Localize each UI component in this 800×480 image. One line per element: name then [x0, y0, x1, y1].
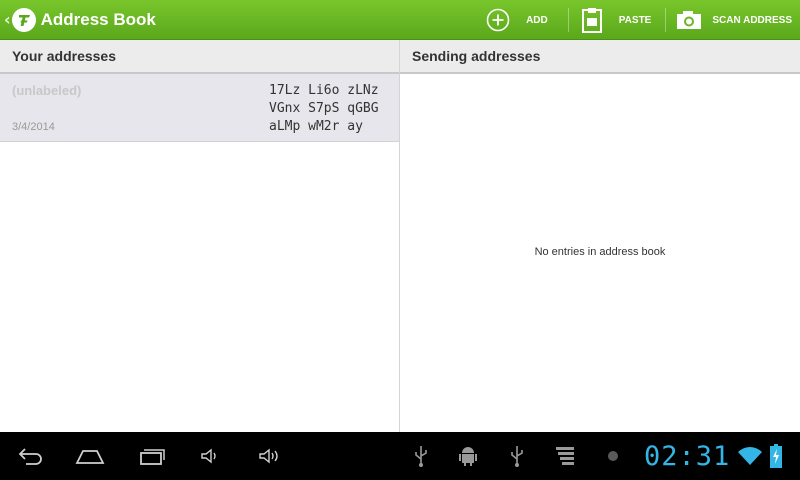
- recent-apps-icon[interactable]: [134, 432, 170, 480]
- up-navigation[interactable]: ‹: [0, 0, 36, 40]
- sending-addresses-header: Sending addresses: [400, 40, 800, 74]
- address-date: 3/4/2014: [12, 121, 55, 133]
- clipboard-icon: [581, 7, 603, 33]
- your-addresses-header: Your addresses: [0, 40, 399, 74]
- dot-icon: [604, 432, 622, 480]
- action-bar: ‹ Address Book ADD PASTE SCAN ADDRESS: [0, 0, 800, 40]
- scan-address-button-label: SCAN ADDRESS: [712, 14, 792, 26]
- usb-icon: [506, 432, 528, 480]
- add-circle-icon: [484, 8, 512, 32]
- address-line: aLMp wM2r ay: [269, 119, 363, 134]
- battery-charging-icon: [766, 432, 786, 480]
- volume-down-icon[interactable]: [196, 432, 224, 480]
- empty-state-message: No entries in address book: [534, 246, 666, 258]
- your-addresses-pane: Your addresses (unlabeled) 3/4/2014 17Lz…: [0, 40, 399, 432]
- list-item[interactable]: (unlabeled) 3/4/2014 17Lz Li6o zLNz VGnx…: [0, 74, 399, 142]
- address-line: VGnx S7pS qGBG: [269, 101, 379, 116]
- scan-address-button[interactable]: SCAN ADDRESS: [666, 0, 800, 40]
- storage-icon: [553, 432, 577, 480]
- paste-button[interactable]: PASTE: [569, 0, 666, 40]
- volume-up-icon[interactable]: [254, 432, 286, 480]
- status-clock: 02:31: [644, 441, 731, 472]
- address-value: 17Lz Li6o zLNz VGnx S7pS qGBG aLMp wM2r …: [269, 82, 389, 136]
- home-icon[interactable]: [72, 432, 108, 480]
- address-line: 17Lz Li6o zLNz: [269, 83, 379, 98]
- paste-button-label: PASTE: [618, 14, 652, 26]
- system-bar: 02:31: [0, 432, 800, 480]
- add-button-label: ADD: [526, 14, 548, 26]
- wifi-icon: [736, 432, 764, 480]
- camera-icon: [676, 10, 702, 30]
- chevron-left-icon: ‹: [4, 10, 11, 29]
- app-logo-icon: [11, 7, 36, 32]
- action-buttons: ADD PASTE SCAN ADDRESS: [476, 0, 800, 40]
- app-title: Address Book: [40, 9, 156, 29]
- usb-icon: [410, 432, 432, 480]
- sending-addresses-pane: Sending addresses No entries in address …: [400, 40, 800, 432]
- android-debug-icon: [456, 432, 480, 480]
- address-label: (unlabeled): [12, 83, 82, 98]
- add-button[interactable]: ADD: [476, 0, 568, 40]
- back-icon[interactable]: [12, 432, 48, 480]
